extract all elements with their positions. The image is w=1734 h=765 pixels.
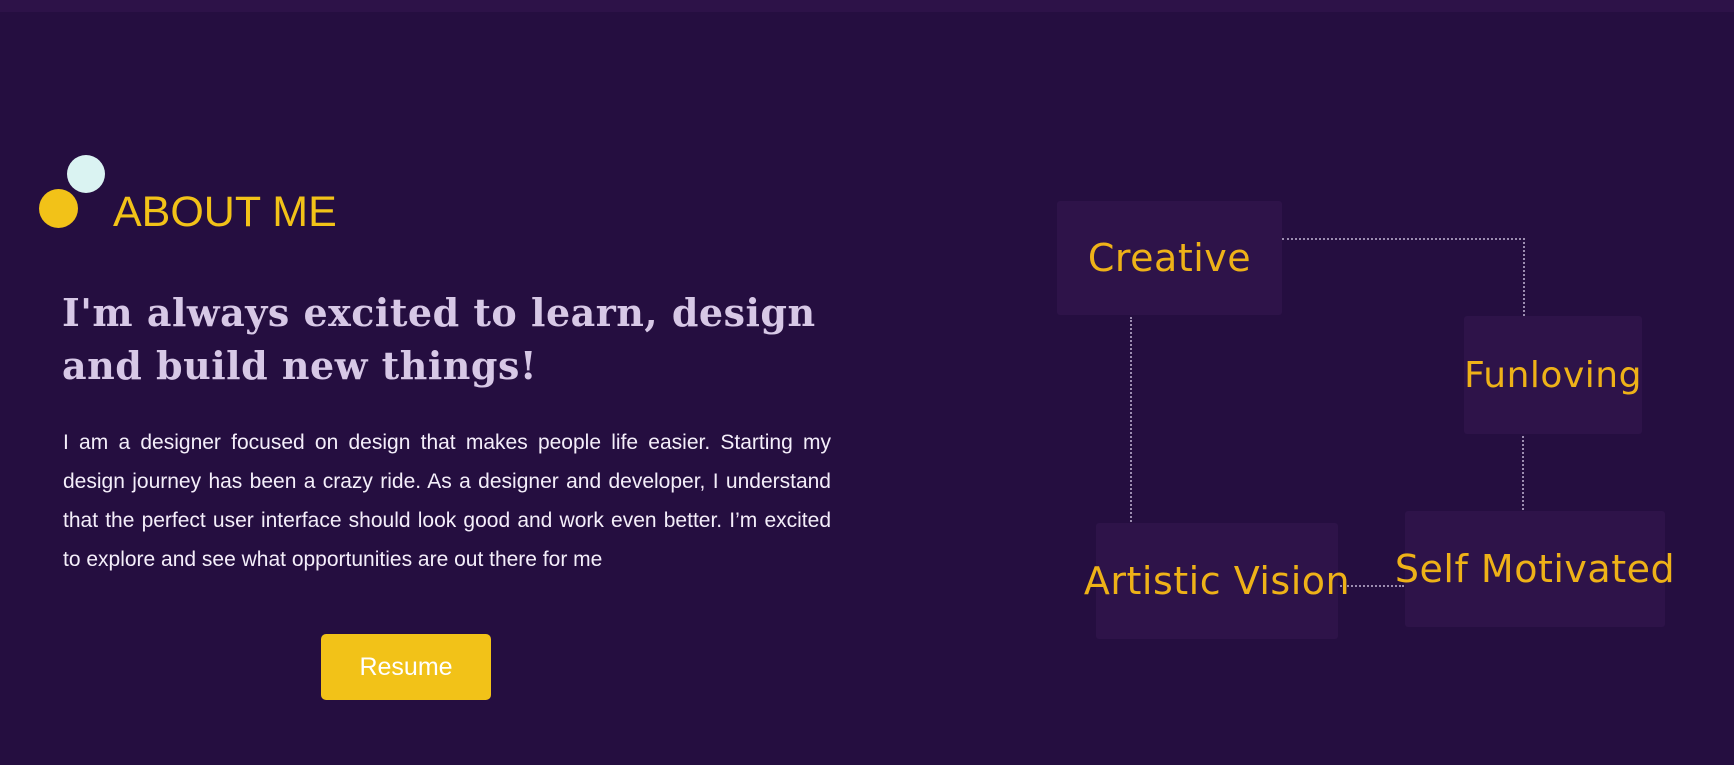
top-strip xyxy=(0,0,1734,12)
about-headline: I'm always excited to learn, design and … xyxy=(62,290,816,388)
decorative-circle-mint xyxy=(67,155,105,193)
decorative-circle-yellow xyxy=(39,189,78,228)
connector-funloving-selfmotivated xyxy=(1522,436,1524,510)
trait-creative: Creative xyxy=(1057,201,1282,315)
connector-creative-artistic xyxy=(1130,317,1132,522)
trait-artistic-vision: Artistic Vision xyxy=(1084,523,1350,639)
connector-creative-funloving xyxy=(1282,238,1525,316)
section-title: ABOUT ME xyxy=(113,188,337,236)
trait-self-motivated: Self Motivated xyxy=(1395,511,1675,627)
trait-funloving: Funloving xyxy=(1464,316,1642,434)
resume-button[interactable]: Resume xyxy=(321,634,491,700)
about-bio: I am a designer focused on design that m… xyxy=(63,431,831,571)
